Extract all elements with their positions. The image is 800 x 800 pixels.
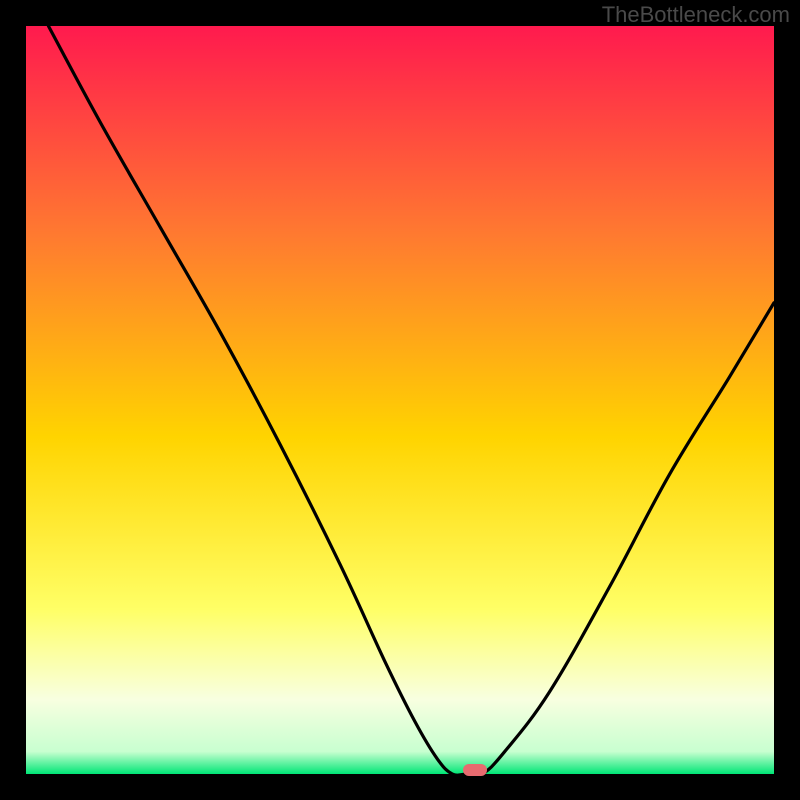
watermark-text: TheBottleneck.com [602,2,790,28]
chart-frame [26,26,774,774]
bottleneck-curve [26,26,774,774]
optimal-point-marker [463,764,487,776]
